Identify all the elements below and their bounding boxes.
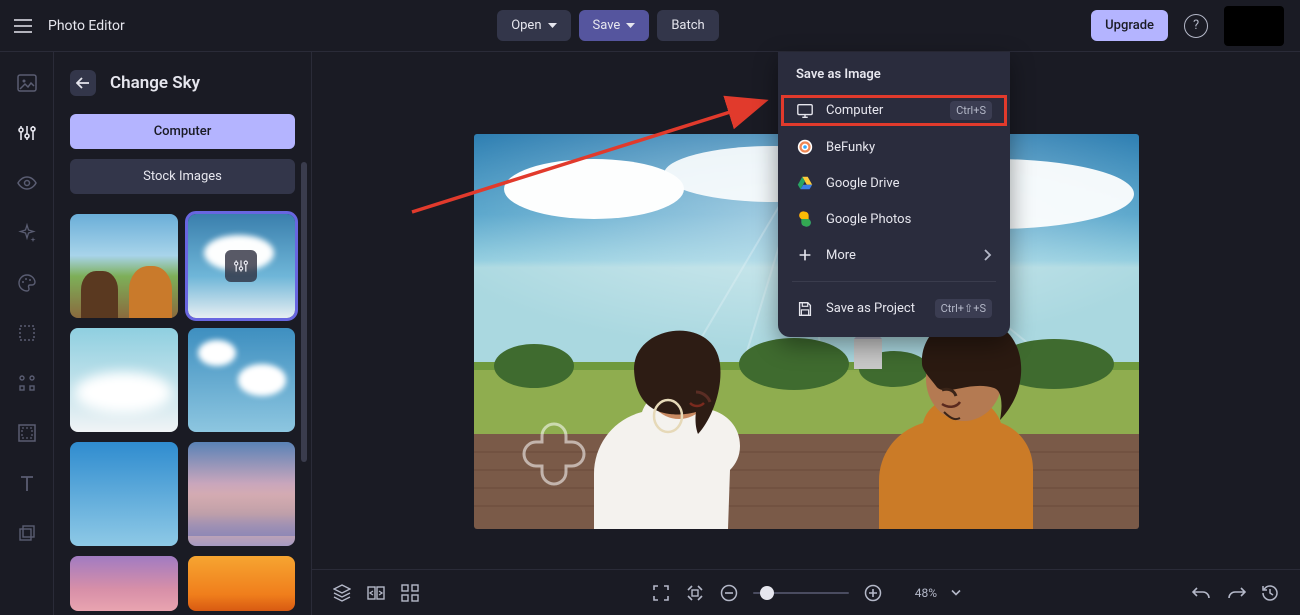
- dd-label: Google Photos: [826, 212, 911, 227]
- dd-label: Save as Project: [826, 301, 915, 316]
- thumb-sky-1[interactable]: [188, 214, 296, 318]
- batch-label: Batch: [671, 18, 704, 33]
- rail-text-icon[interactable]: [16, 472, 38, 494]
- back-button[interactable]: [70, 70, 96, 96]
- chevron-down-icon: [626, 23, 635, 29]
- rail-sliders-icon[interactable]: [16, 122, 38, 144]
- history-icon[interactable]: [1260, 583, 1280, 603]
- dd-item-save-project[interactable]: Save as Project Ctrl+⇧+S: [778, 290, 1010, 327]
- layers-icon[interactable]: [332, 583, 352, 603]
- dd-label: BeFunky: [826, 140, 875, 155]
- bottom-toolbar: 48%: [312, 569, 1300, 615]
- dd-item-befunky[interactable]: BeFunky: [778, 129, 1010, 165]
- rail-crop-icon[interactable]: [16, 322, 38, 344]
- rail-layers-icon[interactable]: [16, 522, 38, 544]
- menu-button[interactable]: [10, 13, 36, 39]
- dd-item-google-photos[interactable]: Google Photos: [778, 201, 1010, 237]
- dd-item-google-drive[interactable]: Google Drive: [778, 165, 1010, 201]
- dd-item-more[interactable]: More: [778, 237, 1010, 273]
- save-label: Save: [593, 18, 621, 33]
- chevron-down-icon[interactable]: [951, 588, 961, 598]
- monitor-icon: [796, 102, 814, 120]
- tab-stock-images[interactable]: Stock Images: [70, 159, 295, 194]
- rail-sparkle-icon[interactable]: [16, 222, 38, 244]
- gdrive-icon: [796, 174, 814, 192]
- fullscreen-icon[interactable]: [651, 583, 671, 603]
- upgrade-label: Upgrade: [1105, 18, 1154, 33]
- plus-icon: [796, 246, 814, 264]
- panel-title: Change Sky: [110, 73, 200, 93]
- thumb-sky-3[interactable]: [188, 328, 296, 432]
- upgrade-button[interactable]: Upgrade: [1091, 10, 1168, 41]
- grid-icon[interactable]: [400, 583, 420, 603]
- dd-shortcut: Ctrl+⇧+S: [935, 299, 992, 318]
- chevron-right-icon: [984, 249, 992, 261]
- chevron-down-icon: [548, 23, 557, 29]
- side-panel: Change Sky Computer Stock Images: [54, 52, 312, 615]
- save-icon: [796, 300, 814, 318]
- tab-computer[interactable]: Computer: [70, 114, 295, 149]
- help-button[interactable]: ?: [1184, 14, 1208, 38]
- sliders-icon: [225, 250, 257, 282]
- thumb-sky-4[interactable]: [70, 442, 178, 546]
- panel-scrollbar[interactable]: [301, 162, 307, 462]
- rail-frame-icon[interactable]: [16, 422, 38, 444]
- fit-icon[interactable]: [685, 583, 705, 603]
- thumb-sky-5[interactable]: [188, 442, 296, 546]
- avatar[interactable]: [1224, 6, 1284, 46]
- thumb-sky-2[interactable]: [70, 328, 178, 432]
- zoom-slider[interactable]: [753, 592, 849, 594]
- dd-label: Google Drive: [826, 176, 899, 191]
- dropdown-separator: [792, 281, 996, 282]
- tool-rail: [0, 52, 54, 615]
- app-title: Photo Editor: [48, 18, 125, 34]
- save-dropdown: Save as Image Computer Ctrl+S BeFunky Go…: [778, 52, 1010, 337]
- save-button[interactable]: Save: [579, 10, 650, 41]
- compare-icon[interactable]: [366, 583, 386, 603]
- thumb-sky-6[interactable]: [70, 556, 178, 611]
- undo-icon[interactable]: [1192, 583, 1212, 603]
- thumb-original[interactable]: [70, 214, 178, 318]
- rail-palette-icon[interactable]: [16, 272, 38, 294]
- rail-image-icon[interactable]: [16, 72, 38, 94]
- rail-eye-icon[interactable]: [16, 172, 38, 194]
- dropdown-title: Save as Image: [778, 52, 1010, 92]
- dd-item-computer[interactable]: Computer Ctrl+S: [778, 92, 1010, 129]
- dd-shortcut: Ctrl+S: [950, 101, 992, 120]
- zoom-value: 48%: [897, 586, 937, 600]
- zoom-in-icon[interactable]: [863, 583, 883, 603]
- thumb-sky-7[interactable]: [188, 556, 296, 611]
- dd-label: Computer: [826, 103, 883, 118]
- zoom-out-icon[interactable]: [719, 583, 739, 603]
- open-label: Open: [511, 18, 541, 33]
- dd-label: More: [826, 248, 856, 263]
- befunky-icon: [796, 138, 814, 156]
- batch-button[interactable]: Batch: [657, 10, 718, 41]
- open-button[interactable]: Open: [497, 10, 570, 41]
- gphotos-icon: [796, 210, 814, 228]
- rail-apps-icon[interactable]: [16, 372, 38, 394]
- redo-icon[interactable]: [1226, 583, 1246, 603]
